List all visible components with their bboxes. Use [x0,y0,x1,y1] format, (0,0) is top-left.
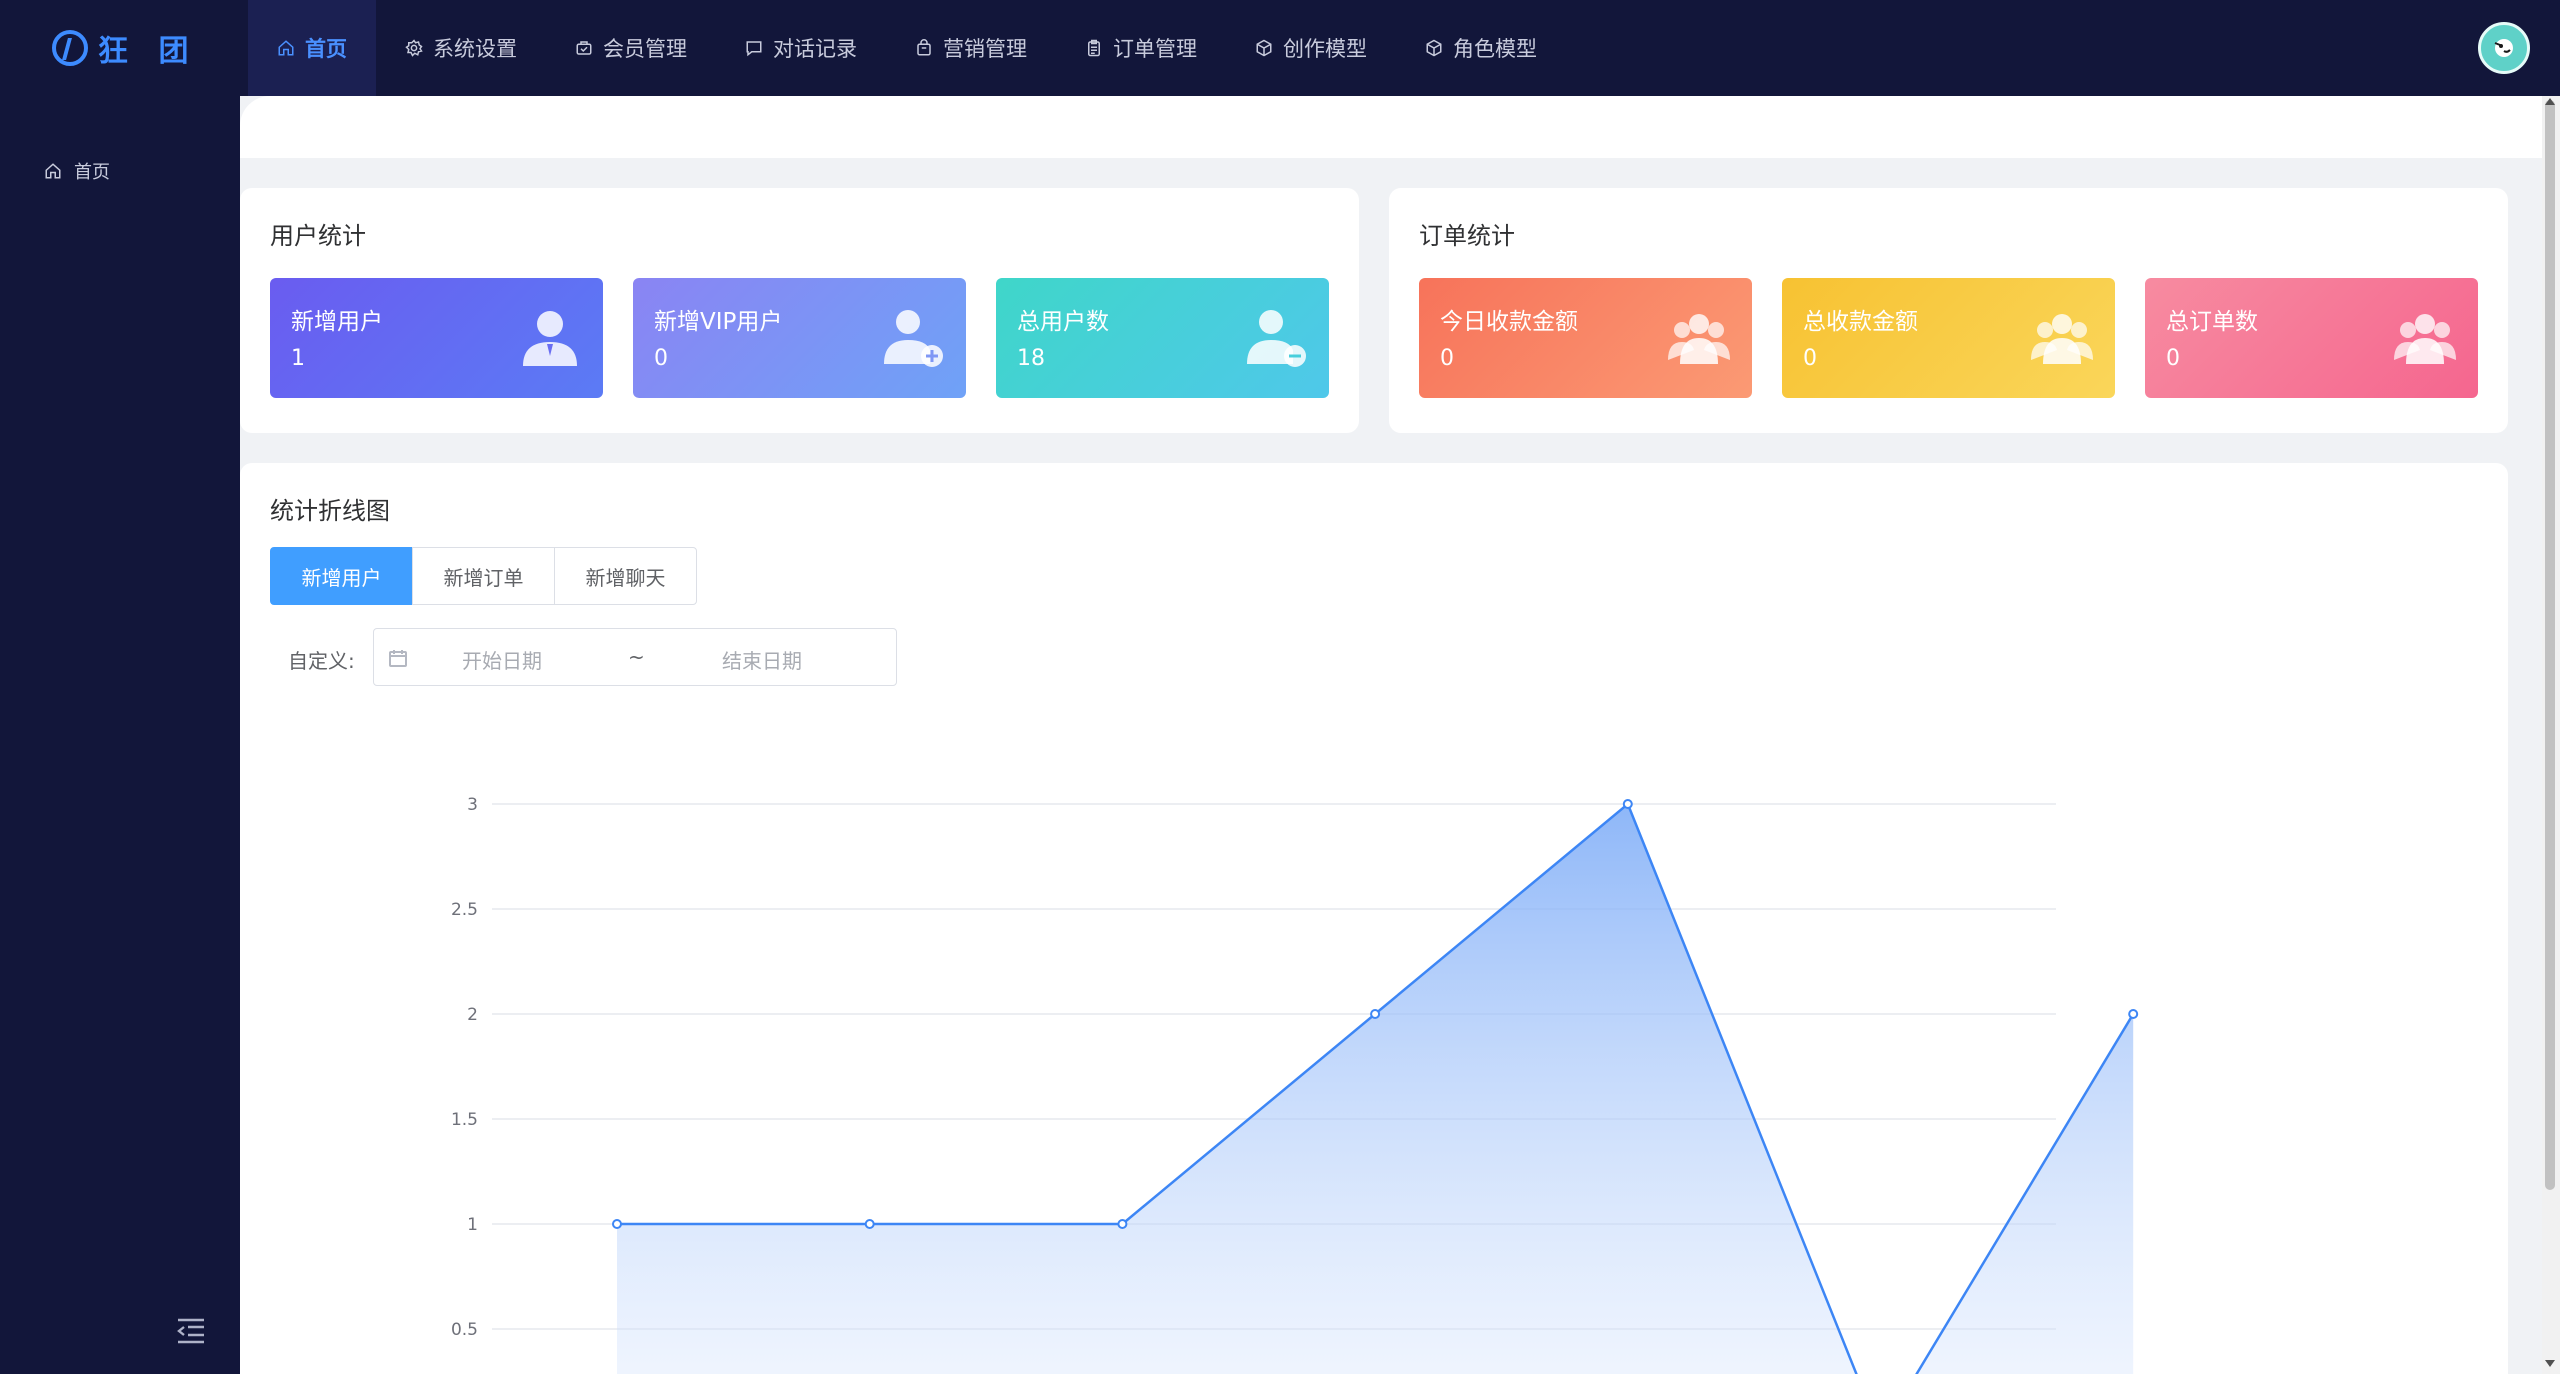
stat-card-total-orders: 总订单数 0 [2145,278,2478,398]
stat-card-new-users: 新增用户 1 [270,278,603,398]
nav-item-home[interactable]: 首页 [248,0,376,96]
nav-item-creation-model[interactable]: 创作模型 [1226,0,1396,96]
cube-icon [1255,39,1273,57]
collapse-sidebar-button[interactable] [176,1318,206,1344]
stat-value: 0 [1803,346,1817,371]
stat-label: 新增用户 [291,309,383,335]
stat-value: 0 [654,346,668,371]
order-stats-title: 订单统计 [1419,222,1515,250]
nav-item-label: 角色模型 [1453,37,1537,61]
nav-item-label: 对话记录 [773,37,857,61]
home-icon [45,163,61,179]
y-tick-label: 1 [467,1215,478,1235]
data-point[interactable] [1622,799,1633,809]
nav-item-member-management[interactable]: 会员管理 [546,0,716,96]
nav-item-marketing[interactable]: 营销管理 [886,0,1056,96]
stat-value: 0 [2166,346,2180,371]
stat-label: 总收款金额 [1803,309,1918,335]
member-icon [575,39,593,57]
stat-label: 新增VIP用户 [654,309,783,335]
nav-item-role-model[interactable]: 角色模型 [1396,0,1566,96]
main-nav: 首页 系统设置 会员管理 对话记录 营销管理 订单管理 创作模型 角色模型 [248,0,1566,96]
series-area [617,804,2134,1374]
data-point[interactable] [1370,1009,1381,1019]
nav-item-label: 系统设置 [433,37,517,61]
stat-value: 1 [291,346,305,371]
menu-fold-icon [177,1318,204,1344]
nav-item-label: 首页 [305,37,347,61]
stat-card-total-income: 总收款金额 0 [1782,278,2115,398]
data-point[interactable] [864,1219,875,1229]
user-avatar[interactable] [2478,22,2530,74]
sidebar-item-label: 首页 [74,162,110,183]
y-tick-label: 2 [467,1005,478,1025]
nav-item-label: 营销管理 [943,37,1027,61]
user-stats-title: 用户统计 [270,222,366,250]
line-chart: 0.5 1 1.5 2 2.5 3 [451,795,2139,1374]
y-tick-label: 3 [467,795,478,815]
stat-card-new-vip-users: 新增VIP用户 0 [633,278,966,398]
group-icon [1666,304,1732,370]
logo-text: 狂 团 [98,34,199,69]
logo-icon [52,30,88,66]
line-chart-card: 统计折线图 新增用户 新增订单 新增聊天 自定义: 开始日期 ~ 结束日期 0.… [240,463,2508,1374]
nav-item-label: 会员管理 [603,37,687,61]
group-icon [2029,304,2095,370]
nav-item-order-management[interactable]: 订单管理 [1056,0,1226,96]
nav-item-system-settings[interactable]: 系统设置 [376,0,546,96]
clipboard-icon [1085,39,1103,57]
nav-item-chat-records[interactable]: 对话记录 [716,0,886,96]
stat-card-today-income: 今日收款金额 0 [1419,278,1752,398]
gear-icon [405,39,423,57]
nav-item-label: 创作模型 [1283,37,1367,61]
stat-label: 今日收款金额 [1440,309,1578,335]
stat-value: 18 [1017,346,1045,371]
y-tick-label: 0.5 [451,1320,478,1340]
tags-bar [240,96,2542,158]
data-point[interactable] [612,1219,622,1229]
group-icon [2392,304,2458,370]
box-icon [1425,39,1443,57]
nav-item-label: 订单管理 [1113,37,1197,61]
stat-card-total-users: 总用户数 18 [996,278,1329,398]
scroll-up-arrow-icon[interactable] [2545,98,2555,105]
scroll-down-arrow-icon[interactable] [2545,1360,2555,1367]
y-tick-label: 2.5 [451,900,478,920]
user-icon [517,304,583,370]
home-icon [277,39,295,57]
user-remove-icon [1243,304,1309,370]
sidebar-item-home[interactable]: 首页 [44,158,110,184]
data-point[interactable] [1117,1219,1128,1229]
data-point[interactable] [2128,1009,2139,1019]
user-add-icon [880,304,946,370]
sidebar: 首页 [0,96,240,1374]
stat-label: 总用户数 [1017,309,1109,335]
avatar-icon [2494,39,2513,57]
stat-label: 总订单数 [2166,309,2258,335]
chat-icon [745,39,763,57]
bag-icon [915,39,933,57]
scrollbar-thumb[interactable] [2545,100,2555,1190]
top-navbar: 狂 团 首页 系统设置 会员管理 对话记录 营销管理 订单管理 创作模型 角色模… [0,0,2560,96]
logo[interactable]: 狂 团 [52,26,198,70]
order-stats-card: 订单统计 今日收款金额 0 总收款金额 0 总订单数 0 [1389,188,2508,433]
user-stats-card: 用户统计 新增用户 1 新增VIP用户 0 总用户数 18 [240,188,1359,433]
stat-value: 0 [1440,346,1454,371]
y-tick-label: 1.5 [451,1110,478,1130]
